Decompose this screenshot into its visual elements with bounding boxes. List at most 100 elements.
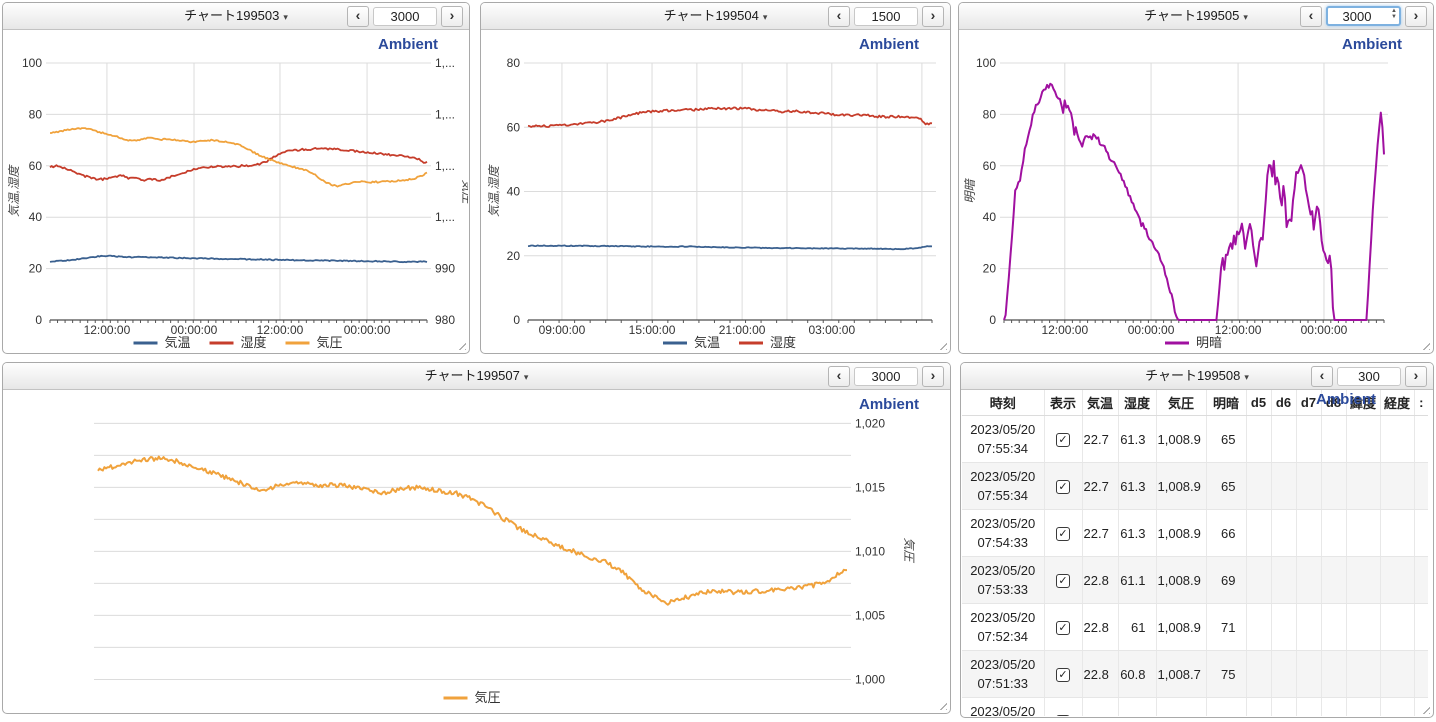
y-axis-tick-label: 60 [29,159,43,173]
chart-title[interactable]: チャート199504 [664,8,759,23]
lng-cell [1380,463,1414,510]
chart-title[interactable]: チャート199505 [1144,8,1239,23]
d7-cell [1296,510,1321,557]
legend-item-気温[interactable]: 気温 [663,335,720,350]
sample-count-input[interactable] [373,7,437,26]
temp-cell: 22.7 [1082,510,1118,557]
y-axis-tick-label: 0 [989,313,996,327]
row-visible-checkbox[interactable]: ✓ [1056,480,1070,494]
panel-body: Ambient 0204060801009809901,...1,...1,..… [4,30,468,352]
chart-canvas-199503[interactable]: 0204060801009809901,...1,...1,...1,...12… [4,30,468,352]
lat-cell [1346,463,1380,510]
temp-cell: 22.7 [1082,416,1118,463]
row-visible-checkbox[interactable]: ✓ [1056,433,1070,447]
timestamp-cell: 2023/05/2007:53:33 [962,557,1044,604]
chevron-down-icon: ▾ [524,372,529,382]
y-axis-tick-label: 80 [29,107,43,121]
pressure-cell: 1,008.7 [1156,651,1206,698]
legend-item-湿度[interactable]: 湿度 [210,335,267,350]
y-axis-tick-label: 40 [507,185,521,199]
chart-panel-199503: チャート199503▾ ‹ › Ambient 0204060801009809… [2,2,470,354]
ambient-logo-link[interactable]: Ambient [378,36,438,53]
ambient-logo-link[interactable]: Ambient [1342,36,1402,53]
extra-cell [1414,604,1428,651]
d7-cell [1296,463,1321,510]
d5-cell [1246,698,1271,717]
next-page-button[interactable]: › [441,6,463,27]
sample-count-input[interactable] [1337,367,1401,386]
next-page-button[interactable]: › [922,366,944,387]
legend-item-湿度[interactable]: 湿度 [739,335,796,350]
number-stepper-icon[interactable]: ▲▼ [1391,8,1397,20]
light-cell: 79 [1206,698,1246,717]
legend-item-明暗[interactable]: 明暗 [1165,335,1222,350]
row-visible-checkbox[interactable]: ✓ [1056,527,1070,541]
ambient-logo-link[interactable]: Ambient [859,36,919,53]
row-visible-checkbox[interactable]: ✓ [1056,621,1070,635]
chart-canvas-199504[interactable]: 02040608009:00:0015:00:0021:00:0003:00:0… [482,30,949,352]
timestamp-cell: 2023/05/2007:50:33 [962,698,1044,717]
y2-axis-tick-label: 1,... [435,159,455,173]
chart-title[interactable]: チャート199507 [425,368,520,383]
next-page-button[interactable]: › [922,6,944,27]
y2-axis-tick-label: 1,... [435,107,455,121]
ambient-logo-link[interactable]: Ambient [1316,391,1376,408]
humidity-cell: 61.3 [1118,510,1156,557]
chart-title[interactable]: チャート199508 [1145,368,1240,383]
sample-count-input[interactable] [854,7,918,26]
d6-cell [1271,416,1296,463]
d8-cell [1321,557,1346,604]
legend-item-気圧[interactable]: 気圧 [286,335,343,350]
panel-body: Ambient 時刻表示気温湿度気圧明暗d5d6d7d8緯度経度:2023/05… [962,390,1432,716]
y-axis-tick-label: 60 [983,159,997,173]
lat-cell [1346,557,1380,604]
chevron-down-icon: ▾ [1244,372,1249,382]
y-axis-tick-label: 80 [507,56,521,70]
prev-page-button[interactable]: ‹ [828,366,850,387]
light-cell: 65 [1206,416,1246,463]
lat-cell [1346,698,1380,717]
lat-cell [1346,604,1380,651]
temp-cell: 22.8 [1082,651,1118,698]
y-axis-title: 気温,湿度 [7,164,21,217]
chart-canvas-199507[interactable]: 1,0001,0051,0101,0151,020気圧気圧 [4,390,949,712]
lat-cell [1346,510,1380,557]
y-axis-tick-label: 100 [22,56,42,70]
y2-axis-title: 気圧 [460,179,468,205]
pressure-cell: 1,008.9 [1156,604,1206,651]
row-visible-checkbox[interactable]: ✓ [1056,668,1070,682]
prev-page-button[interactable]: ‹ [347,6,369,27]
series-line-明暗 [1004,84,1384,320]
visible-cell: ✓ [1044,557,1082,604]
d8-cell [1321,698,1346,717]
ambient-logo-link[interactable]: Ambient [859,396,919,413]
x-axis-tick-label: 03:00:00 [808,323,855,337]
legend-item-気温[interactable]: 気温 [134,335,191,350]
prev-page-button[interactable]: ‹ [1311,366,1333,387]
row-visible-checkbox[interactable]: ✓ [1056,574,1070,588]
series-line-気圧 [98,457,847,605]
table-row: 2023/05/2007:54:33✓22.761.31,008.966 [962,510,1428,557]
next-page-button[interactable]: › [1405,366,1427,387]
row-visible-checkbox[interactable]: ✓ [1056,715,1070,716]
chart-panel-199507: チャート199507 ▾ ‹ › Ambient 1,0001,0051,0101… [2,362,951,714]
y2-axis-tick-label: 990 [435,262,455,276]
d6-cell [1271,604,1296,651]
x-axis-tick-label: 00:00:00 [344,323,391,337]
panel-body: Ambient 1,0001,0051,0101,0151,020気圧気圧 [4,390,949,712]
panel-header: チャート199505▾ ‹ ▲▼ › [959,3,1433,30]
prev-page-button[interactable]: ‹ [1300,6,1322,27]
sample-count-input[interactable] [854,367,918,386]
next-page-button[interactable]: › [1405,6,1427,27]
panel-body: Ambient 02040608009:00:0015:00:0021:00:0… [482,30,949,352]
chart-title-dropdown[interactable]: チャート199507 ▾ [3,363,950,389]
prev-page-button[interactable]: ‹ [828,6,850,27]
chart-title[interactable]: チャート199503 [184,8,279,23]
chart-canvas-199505[interactable]: 02040608010012:00:0000:00:0012:00:0000:0… [960,30,1432,352]
d5-cell [1246,416,1271,463]
legend-item-気圧[interactable]: 気圧 [444,690,501,705]
panel-header: チャート199508 ▾ ‹ › [961,363,1433,390]
pressure-cell: 1,008.7 [1156,698,1206,717]
column-header-:: : [1414,390,1428,416]
sample-count-input-focused[interactable] [1326,6,1401,26]
